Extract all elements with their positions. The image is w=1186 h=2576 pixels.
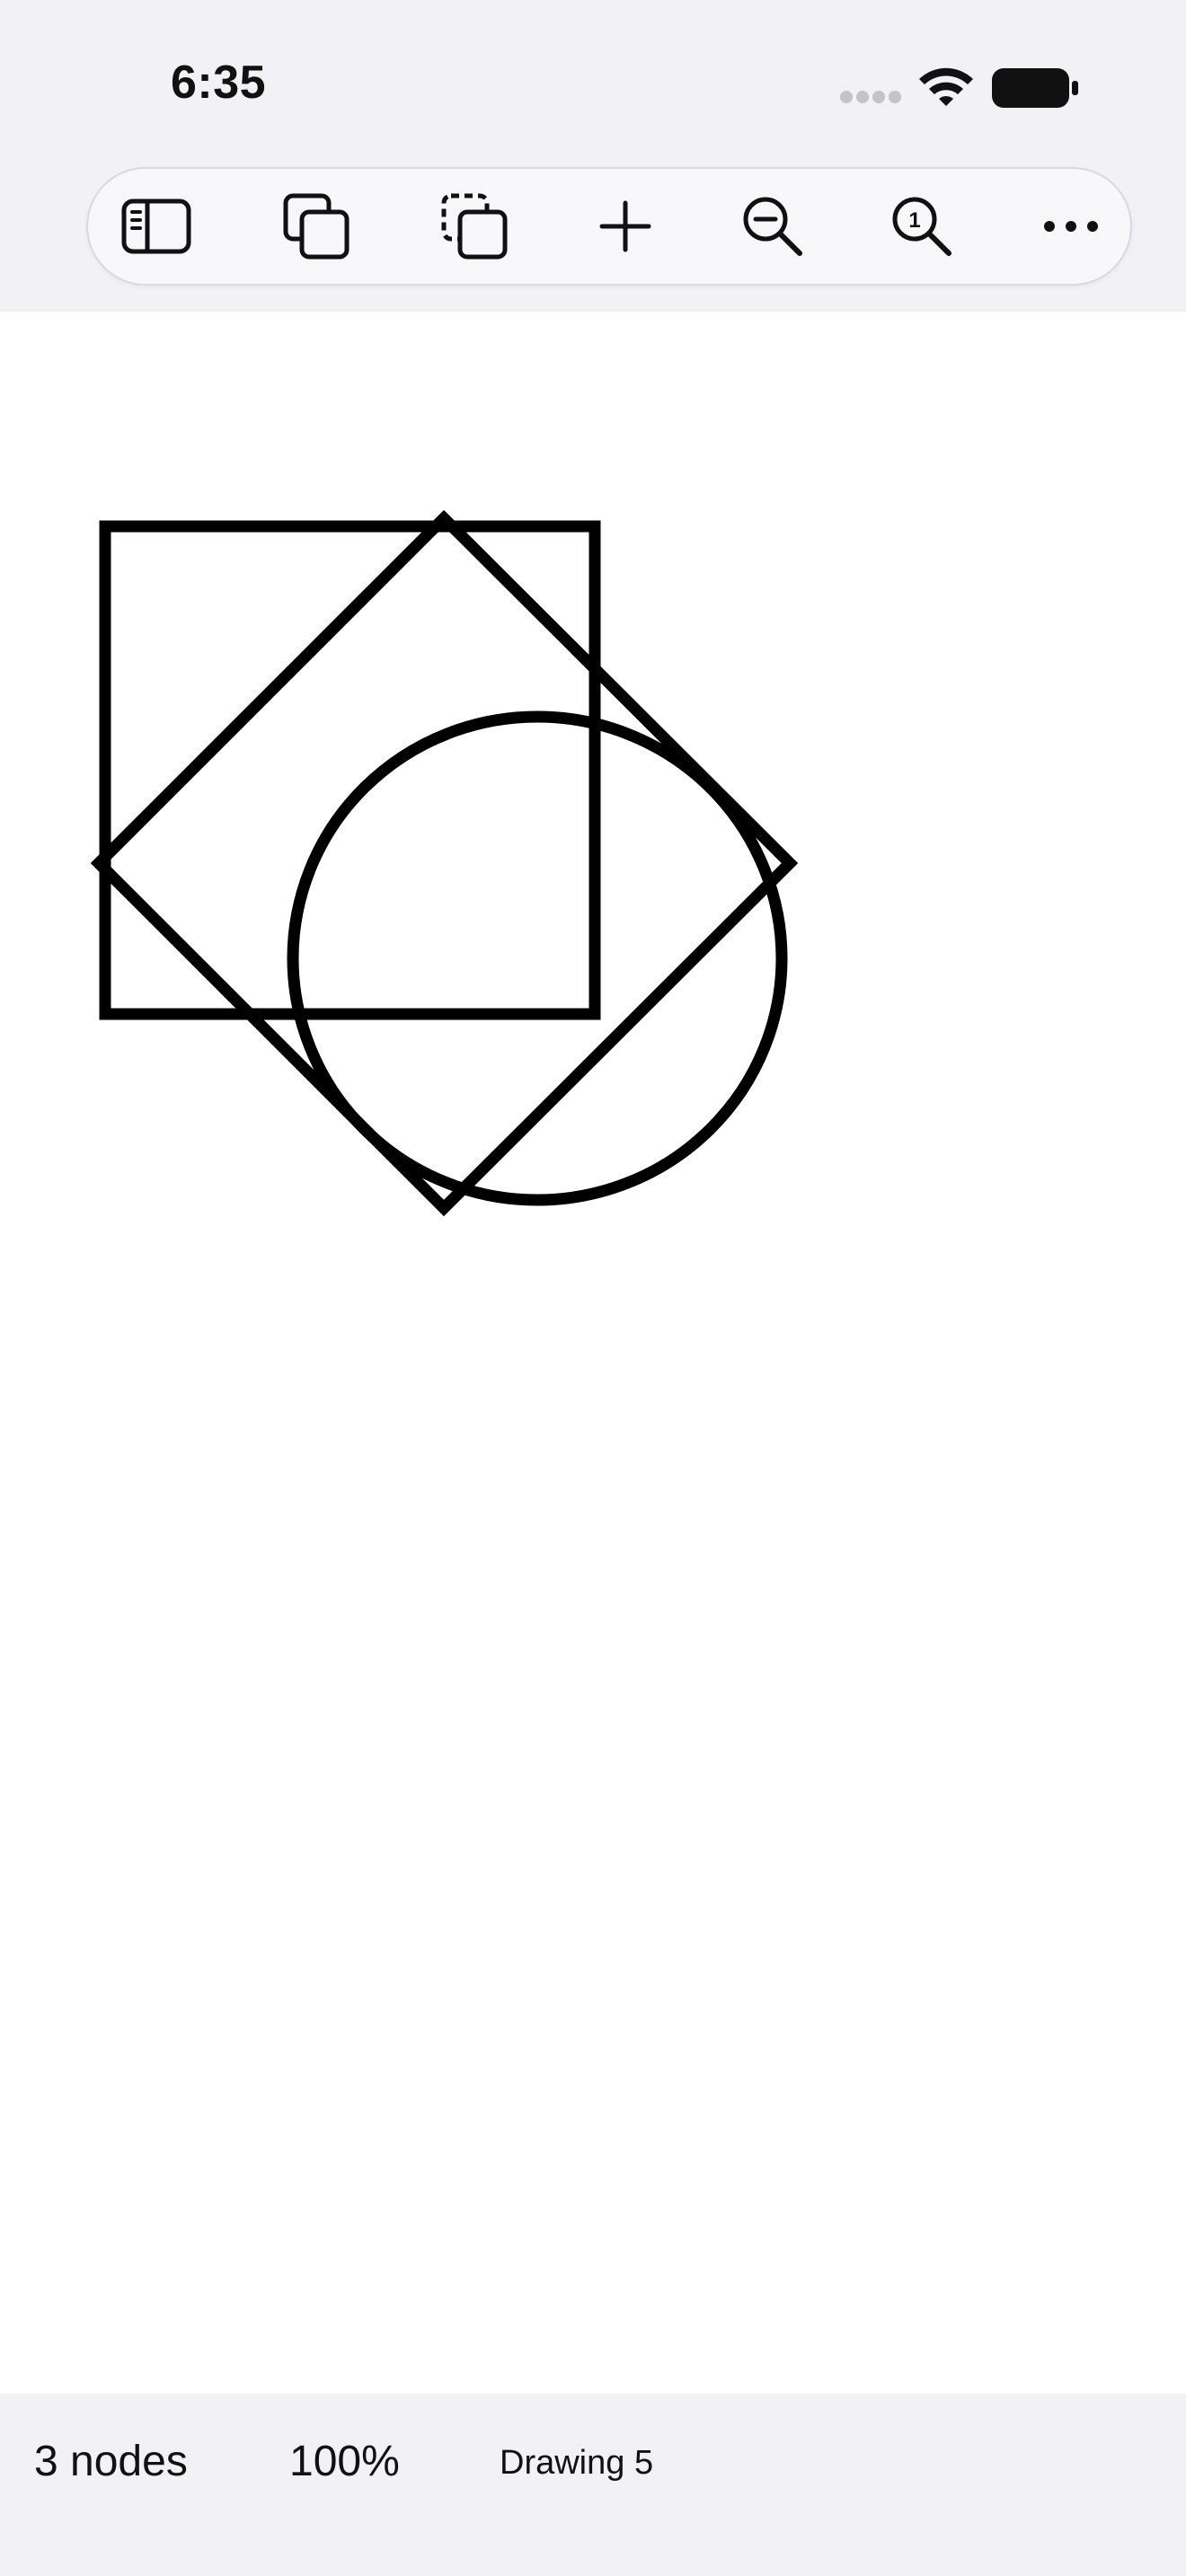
zoom-level[interactable]: 100% — [289, 2437, 400, 2486]
dashed-copy-icon — [441, 193, 508, 260]
zoom-out-icon — [743, 197, 802, 256]
diamond-shape[interactable] — [90, 509, 799, 1217]
toolbar: 1 — [86, 167, 1132, 286]
copy-selection-button[interactable] — [429, 181, 519, 271]
cellular-signal-icon — [840, 91, 901, 103]
app-screen: 6:35 1 3 nodes 100% Drawing 5 — [0, 0, 1186, 2576]
svg-text:1: 1 — [908, 208, 920, 233]
more-button[interactable] — [1026, 181, 1116, 271]
zoom-one-icon: 1 — [892, 197, 951, 256]
sidebar-icon — [121, 198, 191, 254]
battery-icon — [992, 68, 1078, 108]
zoom-actual-size-button[interactable]: 1 — [877, 181, 967, 271]
document-name: Drawing 5 — [500, 2444, 654, 2482]
ellipsis-icon — [1044, 221, 1098, 232]
wifi-icon — [919, 67, 973, 106]
add-button[interactable] — [580, 181, 670, 271]
circle-shape[interactable] — [287, 710, 788, 1206]
duplicate-button[interactable] — [271, 181, 361, 271]
zoom-out-button[interactable] — [728, 181, 818, 271]
status-time: 6:35 — [171, 57, 267, 109]
sidebar-toggle-button[interactable] — [111, 181, 201, 271]
node-count: 3 nodes — [34, 2438, 188, 2485]
plus-icon — [599, 200, 651, 252]
drawing-canvas[interactable] — [0, 312, 1186, 2394]
duplicate-icon — [283, 193, 350, 260]
bottom-status-bar: 3 nodes 100% Drawing 5 — [0, 2394, 1186, 2576]
top-chrome: 6:35 1 — [0, 0, 1186, 312]
canvas-svg[interactable] — [0, 312, 1186, 2394]
